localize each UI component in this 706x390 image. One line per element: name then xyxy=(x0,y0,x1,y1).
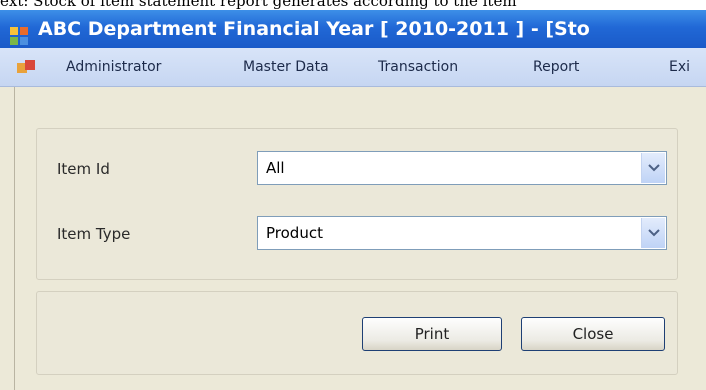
app-icon xyxy=(10,20,28,45)
print-button[interactable]: Print xyxy=(362,317,502,351)
window-left-border xyxy=(0,87,15,390)
window-title: ABC Department Financial Year [ 2010-201… xyxy=(38,18,590,40)
menu-item-master-data[interactable]: Master Data xyxy=(243,48,329,86)
item-id-combobox[interactable]: All xyxy=(257,151,667,185)
actions-groupbox: Print Close xyxy=(36,291,678,375)
close-button[interactable]: Close xyxy=(521,317,665,351)
item-type-label: Item Type xyxy=(57,225,131,243)
mdi-window-icon[interactable] xyxy=(15,58,37,76)
item-type-combobox[interactable]: Product xyxy=(257,216,667,250)
menu-item-exit[interactable]: Exi xyxy=(669,48,690,86)
menu-bar: Administrator Master Data Transaction Re… xyxy=(0,48,706,87)
item-id-dropdown-button[interactable] xyxy=(641,153,665,183)
menu-item-administrator[interactable]: Administrator xyxy=(66,48,161,86)
caption-text: ext: Stock of item statement report gene… xyxy=(0,0,517,10)
window-titlebar[interactable]: ABC Department Financial Year [ 2010-201… xyxy=(0,10,706,48)
menu-item-transaction[interactable]: Transaction xyxy=(378,48,458,86)
chevron-down-icon xyxy=(648,164,660,172)
item-type-value: Product xyxy=(266,224,323,242)
chevron-down-icon xyxy=(648,229,660,237)
menu-item-report[interactable]: Report xyxy=(533,48,579,86)
item-id-value: All xyxy=(266,159,285,177)
filter-groupbox: Item Id All Item Type Product xyxy=(36,128,678,280)
item-type-dropdown-button[interactable] xyxy=(641,218,665,248)
item-id-label: Item Id xyxy=(57,160,110,178)
